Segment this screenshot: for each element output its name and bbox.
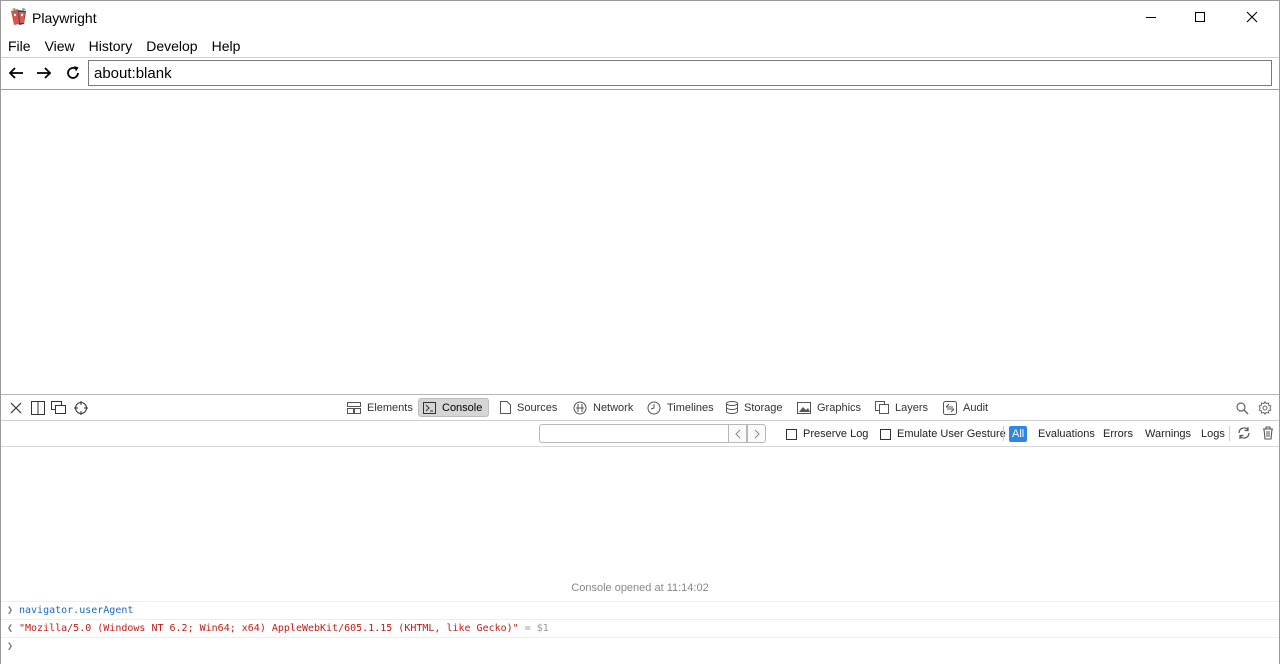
console-output[interactable]: Console opened at 11:14:02 ❯ navigator.u… (1, 447, 1279, 663)
preserve-log-checkbox[interactable]: Preserve Log (786, 428, 868, 440)
title-bar: Playwright (1, 1, 1279, 33)
arrow-left-icon (8, 67, 23, 79)
prompt-chevron-icon: ❯ (7, 641, 14, 652)
settings-button[interactable] (1257, 400, 1273, 416)
dock-side-icon (31, 401, 45, 415)
reload-button[interactable] (62, 62, 84, 84)
chevron-left-icon: ❮ (7, 623, 14, 634)
back-button[interactable] (5, 62, 27, 84)
close-devtools-button[interactable] (8, 400, 24, 416)
maximize-icon (1195, 12, 1205, 22)
level-warnings[interactable]: Warnings (1142, 426, 1194, 442)
tab-network[interactable]: Network (569, 398, 639, 417)
search-button[interactable] (1234, 400, 1250, 416)
maximize-button[interactable] (1177, 1, 1223, 33)
console-opened-message: Console opened at 11:14:02 (571, 582, 709, 594)
minimize-button[interactable] (1128, 1, 1174, 33)
menu-history[interactable]: History (82, 35, 140, 57)
audit-icon (943, 400, 957, 415)
storage-icon (726, 401, 738, 414)
menu-bar: File View History Develop Help (1, 35, 247, 57)
console-result-index: = $1 (524, 623, 549, 634)
level-all[interactable]: All (1009, 426, 1028, 442)
network-icon (573, 401, 587, 414)
emulate-user-gesture-checkbox[interactable]: Emulate User Gesture (880, 428, 1006, 440)
filter-previous-button[interactable] (728, 424, 747, 443)
level-logs[interactable]: Logs (1198, 426, 1228, 442)
devtools-toolbar: Elements Console Sources Network Timelin… (1, 395, 1279, 421)
tab-audit[interactable]: Audit (939, 398, 994, 417)
window-title: Playwright (32, 10, 97, 26)
tab-timelines[interactable]: Timelines (643, 398, 720, 417)
tab-elements[interactable]: Elements (343, 398, 419, 417)
tab-storage[interactable]: Storage (722, 398, 789, 417)
console-filter-input[interactable] (539, 424, 729, 443)
dock-side-button[interactable] (30, 400, 46, 416)
graphics-icon (797, 401, 811, 414)
search-icon (1235, 401, 1248, 414)
arrow-right-icon (37, 67, 52, 79)
elements-icon (347, 401, 361, 414)
filter-next-button[interactable] (747, 424, 766, 443)
devtools-panel: Elements Console Sources Network Timelin… (1, 394, 1279, 665)
reload-console-button[interactable] (1236, 425, 1252, 441)
tab-console[interactable]: Console (418, 398, 490, 417)
browser-window: Playwright File View History Develop Hel… (0, 0, 1280, 665)
timelines-icon (647, 401, 661, 414)
console-command: navigator.userAgent (19, 605, 134, 616)
crosshair-icon (74, 401, 88, 415)
level-errors[interactable]: Errors (1100, 426, 1136, 442)
divider (1003, 426, 1004, 441)
chevron-right-icon (754, 429, 760, 438)
tab-sources[interactable]: Sources (496, 398, 563, 417)
close-icon (1246, 11, 1258, 23)
console-icon (423, 401, 436, 414)
undock-button[interactable] (51, 400, 67, 416)
clear-console-button[interactable] (1260, 425, 1276, 441)
page-content (1, 90, 1279, 394)
close-icon (10, 402, 22, 414)
sources-icon (500, 401, 511, 414)
refresh-icon (1238, 427, 1250, 439)
layers-icon (875, 401, 889, 414)
console-command-line: ❯ navigator.userAgent (1, 601, 1279, 620)
address-bar[interactable] (88, 60, 1272, 86)
menu-view[interactable]: View (38, 35, 82, 57)
minimize-icon (1146, 17, 1156, 18)
checkbox-box[interactable] (880, 428, 891, 440)
console-prompt[interactable]: ❯ (1, 637, 1279, 656)
inspect-element-button[interactable] (73, 400, 89, 416)
undock-icon (51, 401, 66, 414)
console-result-line: ❮ "Mozilla/5.0 (Windows NT 6.2; Win64; x… (1, 619, 1279, 638)
divider (1229, 426, 1230, 441)
chevron-left-icon (734, 429, 740, 438)
close-window-button[interactable] (1229, 1, 1275, 33)
navigation-bar (1, 57, 1279, 90)
menu-develop[interactable]: Develop (139, 35, 204, 57)
tab-graphics[interactable]: Graphics (793, 398, 867, 417)
playwright-logo-icon (10, 8, 28, 26)
console-filter-bar: Preserve Log Emulate User Gesture All Ev… (1, 421, 1279, 447)
level-evaluations[interactable]: Evaluations (1035, 426, 1098, 442)
gear-icon (1258, 401, 1272, 415)
console-result-value: "Mozilla/5.0 (Windows NT 6.2; Win64; x64… (19, 623, 519, 634)
chevron-right-icon: ❯ (7, 605, 14, 616)
trash-icon (1263, 426, 1273, 440)
checkbox-box[interactable] (786, 428, 797, 440)
forward-button[interactable] (33, 62, 55, 84)
menu-file[interactable]: File (1, 35, 38, 57)
menu-help[interactable]: Help (205, 35, 248, 57)
tab-layers[interactable]: Layers (871, 398, 934, 417)
reload-icon (67, 66, 79, 79)
